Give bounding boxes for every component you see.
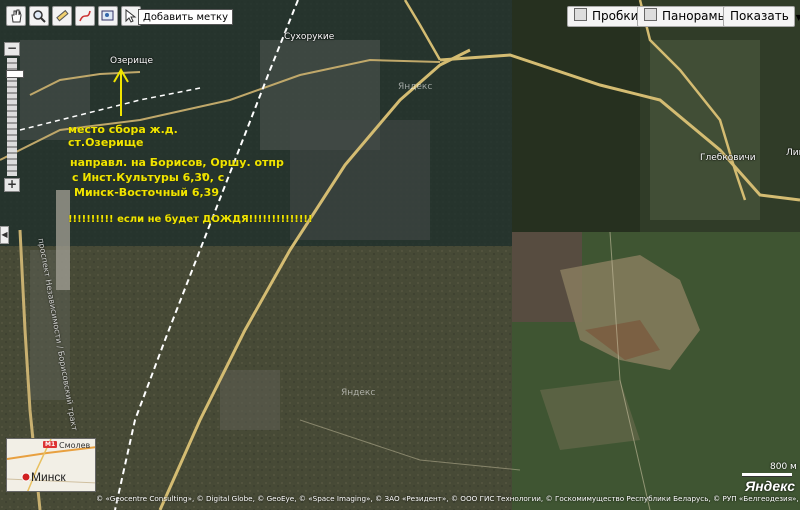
map-imagery	[0, 0, 800, 510]
traffic-label: Пробки	[592, 9, 639, 23]
place-label-ozerishche: Озерище	[110, 56, 153, 66]
scale-label: 800 м	[770, 462, 797, 472]
place-label-lip: Лип	[786, 148, 800, 158]
minimap-road-badge: M1	[45, 441, 56, 448]
annotation-meeting-line1: место сбора ж.д.	[68, 123, 178, 136]
minimap-suburb-label: Смолев	[59, 441, 91, 450]
zoom-in-button[interactable]: +	[4, 178, 20, 192]
annotation-direction-line2: с Инст.Культуры 6,30, с	[72, 171, 225, 184]
annotation-direction-line3: Минск-Восточный 6,39	[74, 186, 219, 199]
magnifier-icon	[33, 10, 46, 23]
place-label-glebkovichi: Глебковичи	[700, 153, 756, 163]
cursor-icon	[125, 9, 137, 23]
route-tool-button[interactable]	[75, 6, 95, 26]
show-label: Показать	[730, 9, 789, 23]
annotation-meeting-line2: ст.Озерище	[68, 136, 144, 149]
copyright-text[interactable]: © «Geocentre Consulting», © Digital Glob…	[96, 492, 800, 506]
watermark-bottom: Яндекс	[341, 388, 376, 398]
overview-minimap[interactable]: M1 Смолев Минск	[6, 438, 96, 492]
panoramas-label: Панорамы	[662, 9, 728, 23]
panoramas-button[interactable]: Панорамы	[637, 6, 735, 27]
zoom-slider-thumb[interactable]	[6, 70, 24, 78]
add-label-tooltip: Добавить метку	[138, 9, 233, 25]
panorama-icon	[644, 8, 657, 21]
satellite-map[interactable]	[0, 0, 800, 510]
watermark-top: Яндекс	[398, 82, 433, 92]
annotation-weather-line: !!!!!!!!!! если не будет ДОЖДЯ!!!!!!!!!!…	[68, 214, 313, 225]
show-dropdown-button[interactable]: Показать ▼	[723, 6, 800, 27]
scale-bar	[742, 473, 792, 477]
traffic-button[interactable]: Пробки	[567, 6, 646, 27]
route-icon	[79, 10, 91, 22]
collapse-panel-tab[interactable]: ◀	[0, 226, 9, 244]
ruler-icon	[56, 9, 69, 22]
ruler-tool-button[interactable]	[52, 6, 72, 26]
zoom-control[interactable]: − +	[4, 42, 24, 192]
magnifier-tool-button[interactable]	[29, 6, 49, 26]
chevron-down-icon: ▼	[795, 13, 800, 22]
placemark-tool-button[interactable]	[98, 6, 118, 26]
hand-icon	[11, 9, 22, 23]
zoom-slider-track[interactable]	[6, 58, 24, 176]
annotation-direction-line1: направл. на Борисов, Оршу. отпр	[70, 156, 284, 169]
placemark-icon	[101, 10, 114, 21]
minimap-city-label: Минск	[31, 470, 66, 484]
hand-tool-button[interactable]	[6, 6, 26, 26]
traffic-icon	[574, 8, 587, 21]
place-label-sukhorukie: Сухорукие	[284, 32, 335, 42]
zoom-out-button[interactable]: −	[4, 42, 20, 56]
